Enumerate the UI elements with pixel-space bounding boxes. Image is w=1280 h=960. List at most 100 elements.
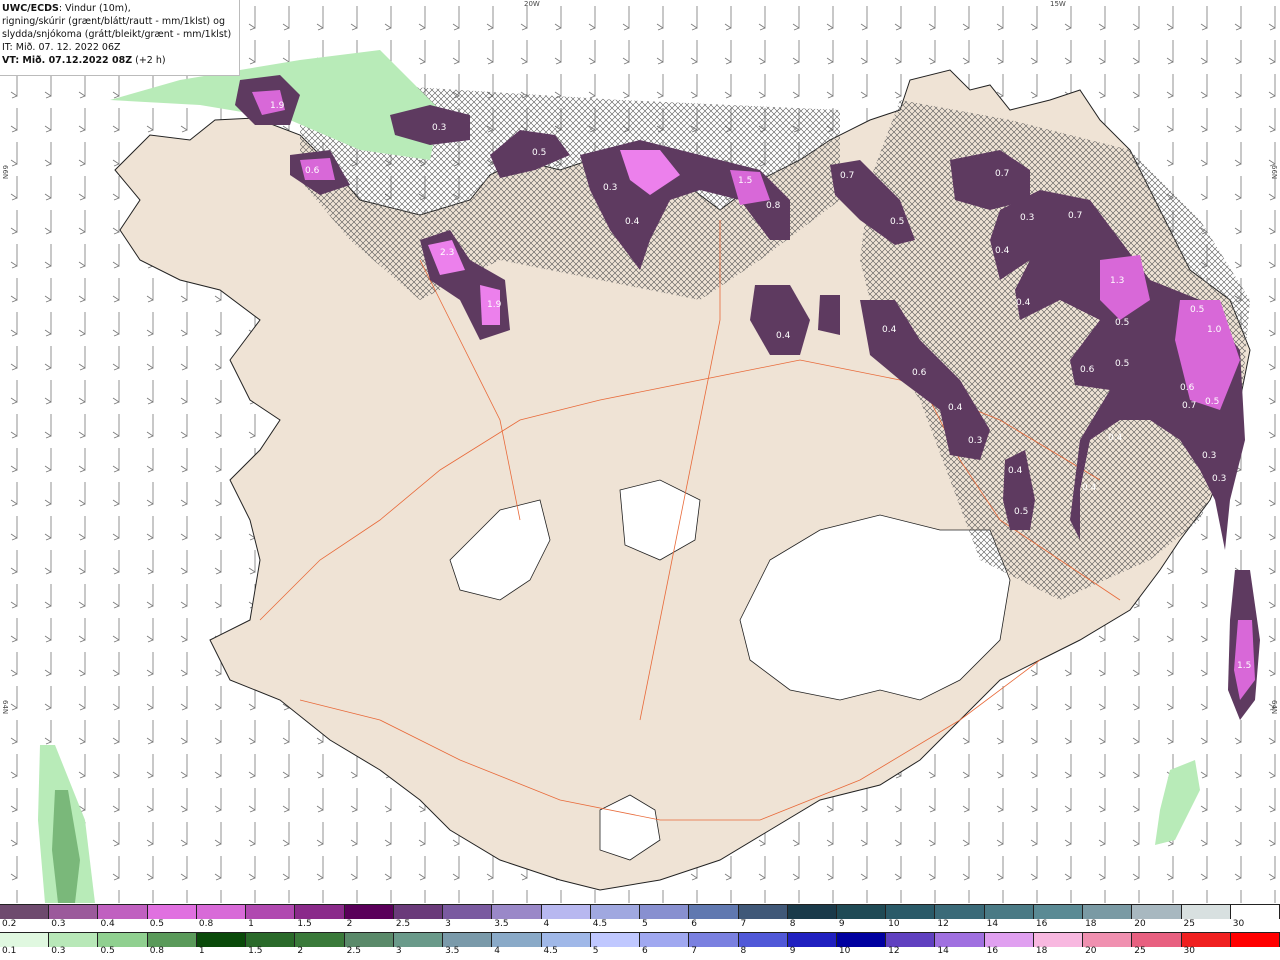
snow-legend-labels: 0.2 0.3 0.4 0.5 0.8 1 1.5 2 2.5 3 3.5 4 4.5 5 6 7 8 9 10 12… xyxy=(0,919,1280,931)
snow-legend-label: 9 xyxy=(838,919,845,929)
rain-legend-label: 6 xyxy=(642,946,648,956)
snow-legend-label: 16 xyxy=(1035,919,1048,929)
rain-legend-swatch xyxy=(984,933,1034,947)
rain-legend-swatch xyxy=(1033,933,1084,947)
rain-legend-label: 18 xyxy=(1035,946,1048,956)
snow-legend-label: 0.2 xyxy=(2,919,17,929)
valid-time: VT: Mið. 07.12.2022 08Z xyxy=(2,55,133,66)
snow-legend-swatch xyxy=(787,905,837,919)
init-time: IT: Mið. 07. 12. 2022 06Z xyxy=(2,42,121,53)
snow-legend-label: 0.4 xyxy=(100,919,115,929)
contour-label: 0.7 xyxy=(995,169,1009,179)
snow-legend-swatch xyxy=(1230,905,1280,919)
forecast-info-box: UWC/ECDS: Vindur (10m), rigning/skúrir (… xyxy=(0,0,240,76)
snow-legend-swatch xyxy=(344,905,394,919)
snow-legend-swatch xyxy=(246,905,296,919)
rain-legend-label: 0.5 xyxy=(100,946,115,956)
snow-legend-swatch xyxy=(935,905,985,919)
rain-legend-label: 0.1 xyxy=(2,946,17,956)
contour-label: 0.5 xyxy=(890,217,904,227)
lead-time: (+2 h) xyxy=(132,55,166,66)
rain-legend-label: 25 xyxy=(1134,946,1146,956)
snow-legend-swatch xyxy=(295,905,345,919)
rain-legend-swatch xyxy=(1230,933,1280,947)
contour-label: 0.3 xyxy=(603,183,617,193)
contour-label: 2.3 xyxy=(440,248,454,258)
snow-legend-label: 4.5 xyxy=(592,919,608,929)
contour-label: 1.0 xyxy=(1207,325,1222,335)
rain-legend-label: 20 xyxy=(1085,946,1097,956)
valid-time-line: VT: Mið. 07.12.2022 08Z (+2 h) xyxy=(2,54,239,67)
lat-label-66n-left: 66N xyxy=(1,165,9,180)
snow-legend-label: 2 xyxy=(346,919,353,929)
rain-legend-swatch xyxy=(886,933,936,947)
snow-legend-label: 5 xyxy=(642,919,648,929)
rain-legend-swatch xyxy=(640,933,690,947)
contour-label: 1.3 xyxy=(1110,276,1124,286)
contour-label: 1.5 xyxy=(738,176,752,186)
snow-legend-label: 6 xyxy=(691,919,697,929)
contour-label: 0.7 xyxy=(1182,401,1196,411)
rain-legend-swatch xyxy=(295,933,345,947)
rain-legend-label: 0.3 xyxy=(51,946,66,956)
contour-label: 0.3 xyxy=(432,123,446,133)
contour-label: 0.6 xyxy=(305,166,320,176)
snow-legend-label: 1.5 xyxy=(297,919,312,929)
rain-legend-label: 1 xyxy=(198,946,205,956)
snow-color-legend xyxy=(0,904,1280,919)
rain-legend-swatch xyxy=(196,933,247,947)
snow-legend-swatch xyxy=(590,905,641,919)
rain-legend-label: 10 xyxy=(838,946,851,956)
snow-legend-swatch xyxy=(1132,905,1182,919)
rain-legend-label: 5 xyxy=(592,946,599,956)
rain-legend-swatch xyxy=(147,933,197,947)
rain-legend-swatch xyxy=(689,933,739,947)
weather-map: 1.9 0.3 0.5 0.6 2.3 1.9 0.5 0.7 0.7 0.3 … xyxy=(0,0,1280,903)
contour-label: 0.3 xyxy=(1020,213,1034,223)
snow-legend-swatch xyxy=(541,905,591,919)
rain-legend-swatch xyxy=(443,933,493,947)
snow-legend-swatch xyxy=(1181,905,1231,919)
snow-legend-label: 10 xyxy=(888,919,900,929)
rain-legend-swatch xyxy=(738,933,788,947)
snow-legend-swatch xyxy=(738,905,788,919)
snow-legend-label: 3 xyxy=(445,919,451,929)
snow-legend-label: 8 xyxy=(789,919,796,929)
contour-label: 0.3 xyxy=(968,436,982,446)
snow-legend-label: 25 xyxy=(1183,919,1195,929)
contour-label: 0.8 xyxy=(766,201,781,211)
contour-label: 0.4 xyxy=(1082,483,1097,493)
snow-legend-swatch xyxy=(1083,905,1133,919)
rain-legend-swatch xyxy=(246,933,296,947)
rain-legend-label: 9 xyxy=(789,946,796,956)
contour-label: 0.4 xyxy=(1016,298,1031,308)
rain-legend-label: 2.5 xyxy=(346,946,361,956)
rain-legend-swatch xyxy=(541,933,591,947)
snow-legend-swatch xyxy=(49,905,99,919)
rain-legend-swatch xyxy=(492,933,542,947)
snow-legend-label: 4 xyxy=(543,919,550,929)
snow-legend-label: 0.5 xyxy=(149,919,165,929)
snow-legend-swatch xyxy=(689,905,739,919)
lon-label-20w: 20W xyxy=(524,0,540,8)
snow-legend-swatch xyxy=(196,905,247,919)
rain-legend-label: 3 xyxy=(395,946,402,956)
contour-label: 0.5 xyxy=(532,148,546,158)
rain-legend-label: 30 xyxy=(1183,946,1195,956)
rain-legend-label: 12 xyxy=(888,946,900,956)
info-line-snow: slydda/snjókoma (grátt/bleikt/grænt - mm… xyxy=(2,29,232,40)
contour-label: 0.5 xyxy=(1014,507,1028,517)
rain-legend-label: 3.5 xyxy=(445,946,460,956)
rain-legend-swatch xyxy=(1132,933,1182,947)
rain-legend-swatch xyxy=(344,933,394,947)
rain-legend-swatch xyxy=(1083,933,1133,947)
contour-label: 0.6 xyxy=(1180,383,1195,393)
snow-legend-label: 0.3 xyxy=(51,919,66,929)
contour-label: 1.9 xyxy=(487,300,502,310)
rain-legend-label: 8 xyxy=(740,946,747,956)
rain-legend-label: 7 xyxy=(691,946,697,956)
snow-legend-label: 14 xyxy=(986,919,999,929)
snow-legend-label: 20 xyxy=(1134,919,1146,929)
snow-legend-label: 7 xyxy=(740,919,747,929)
snow-legend-swatch xyxy=(984,905,1034,919)
